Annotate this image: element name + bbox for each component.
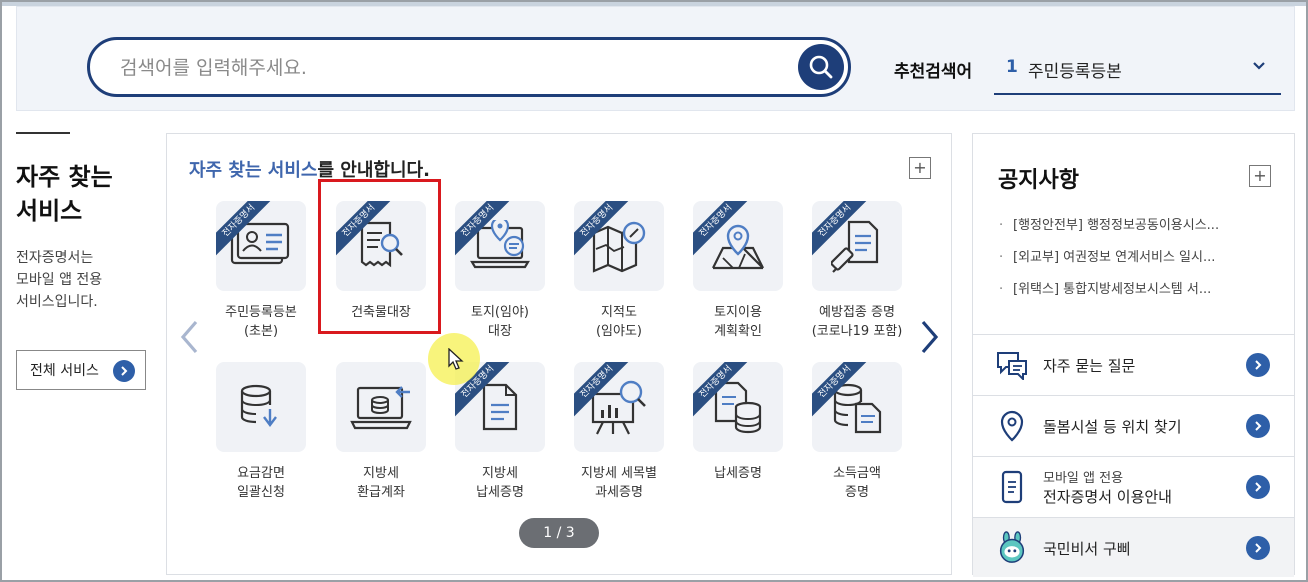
service-tile[interactable]: 요금감면 일괄신청 — [206, 362, 316, 502]
service-tile[interactable]: 전자증명서 지방세 세목별 과세증명 — [564, 362, 674, 502]
laptop-database-icon — [350, 386, 412, 430]
service-icon-box: 전자증명서 — [693, 362, 783, 452]
chevron-down-icon[interactable] — [1251, 57, 1267, 73]
service-tile[interactable]: 지방세 환급계좌 — [326, 362, 436, 502]
service-label: 주민등록등본 (초본) — [225, 305, 297, 339]
service-tile[interactable]: 전자증명서 납세증명 — [683, 362, 793, 502]
recommend-keyword[interactable]: 주민등록등본 — [1028, 57, 1122, 82]
chevron-right-icon — [1246, 414, 1270, 438]
quick-link-care-facilities[interactable]: 돌봄시설 등 위치 찾기 — [973, 395, 1294, 456]
document-icon — [482, 383, 518, 431]
service-tile[interactable]: 전자증명서 지적도 (임야도) — [564, 201, 674, 341]
notice-title: 공지사항 — [998, 168, 1079, 193]
page-indicator: 1 / 3 — [519, 518, 599, 548]
quick-link-label: 모바일 앱 전용 전자증명서 이용안내 — [1043, 471, 1172, 506]
service-tile[interactable]: 전자증명서 예방접종 증명 (코로나19 포함) — [802, 201, 912, 341]
service-label: 지방세 세목별 과세증명 — [581, 466, 657, 500]
recommend-label: 추천검색어 — [894, 62, 973, 82]
services-heading-highlight: 자주 찾는 서비스 — [189, 160, 318, 181]
chevron-right-icon — [1246, 353, 1270, 377]
quick-link-gubbi[interactable]: 국민비서 구삐 — [973, 517, 1294, 577]
service-tile[interactable]: 전자증명서 토지이용 계획확인 — [683, 201, 793, 341]
service-label: 지방세 납세증명 — [476, 466, 524, 500]
chevron-right-icon — [1246, 475, 1270, 499]
gubbi-mascot-icon — [999, 531, 1025, 563]
service-icon-box: 전자증명서 — [812, 362, 902, 452]
section-title: 자주 찾는 서비스 — [16, 163, 113, 225]
more-services-button[interactable]: + — [909, 157, 931, 179]
quick-links: 자주 묻는 질문 돌봄시설 등 위치 찾기 모바일 앱 전용 전자증명서 이용안내… — [973, 334, 1294, 577]
service-label: 지적도 (임야도) — [595, 305, 643, 339]
mouse-cursor-icon — [448, 348, 464, 370]
notice-list: · [행정안전부] 행정정보공동이용시스... · [외교부] 여권정보 연계서비스… — [999, 216, 1289, 312]
services-heading-rest: 를 안내합니다. — [317, 160, 430, 181]
mobile-phone-icon — [1001, 470, 1023, 504]
recommend-rank: 1 — [1006, 57, 1018, 77]
service-icon-box — [216, 362, 306, 452]
location-pin-icon — [1000, 410, 1024, 442]
service-tile[interactable]: 전자증명서 주민등록등본 (초본) — [206, 201, 316, 341]
notice-item[interactable]: · [행정안전부] 행정정보공동이용시스... — [999, 216, 1289, 248]
section-description: 전자증명서는 모바일 앱 전용 서비스입니다. — [16, 250, 103, 310]
service-icon-box: 전자증명서 — [574, 362, 664, 452]
search-button[interactable] — [798, 44, 844, 90]
chat-bubbles-icon — [997, 352, 1027, 380]
frequent-services-panel: 자주 찾는 서비스를 안내합니다. + 전자증명서 주민등록등본 (초본) 전자… — [166, 133, 952, 575]
recommend-dropdown[interactable]: 1 주민등록등본 — [994, 43, 1281, 95]
section-divider — [16, 132, 70, 134]
more-notices-button[interactable]: + — [1249, 165, 1271, 187]
service-icon-box: 전자증명서 — [455, 201, 545, 291]
chevron-right-icon — [921, 320, 939, 354]
notice-item[interactable]: · [위택스] 통합지방세정보시스템 서... — [999, 280, 1289, 312]
service-label: 소득금액 증명 — [833, 466, 881, 500]
service-icon-box — [336, 362, 426, 452]
search-band: 추천검색어 1 주민등록등본 — [16, 6, 1295, 111]
service-icon-box: 전자증명서 — [574, 201, 664, 291]
service-tile[interactable]: 전자증명서 소득금액 증명 — [802, 362, 912, 502]
quick-link-faq[interactable]: 자주 묻는 질문 — [973, 334, 1294, 395]
all-services-button[interactable]: 전체 서비스 — [16, 350, 146, 390]
next-page-button[interactable] — [914, 317, 944, 357]
quick-link-label: 자주 묻는 질문 — [1043, 357, 1136, 375]
search-icon — [809, 55, 833, 79]
notice-panel: 공지사항 + · [행정안전부] 행정정보공동이용시스... · [외교부] 여권정… — [972, 133, 1295, 577]
quick-link-label: 돌봄시설 등 위치 찾기 — [1043, 418, 1182, 436]
service-label: 납세증명 — [714, 466, 762, 481]
quick-link-label: 국민비서 구삐 — [1043, 540, 1131, 558]
service-label: 예방접종 증명 (코로나19 포함) — [811, 305, 903, 339]
quick-link-mobile-guide[interactable]: 모바일 앱 전용 전자증명서 이용안내 — [973, 456, 1294, 517]
chevron-right-icon — [113, 360, 135, 382]
service-label: 토지이용 계획확인 — [714, 305, 762, 339]
service-label: 요금감면 일괄신청 — [237, 466, 285, 500]
service-label: 지방세 환급계좌 — [357, 466, 405, 500]
prev-page-button[interactable] — [175, 317, 205, 357]
search-input[interactable] — [120, 54, 770, 82]
chevron-left-icon — [180, 320, 198, 354]
all-services-label: 전체 서비스 — [30, 363, 99, 379]
service-icon-box: 전자증명서 — [693, 201, 783, 291]
database-download-icon — [240, 384, 277, 427]
service-tile[interactable]: 전자증명서 토지(임야) 대장 — [445, 201, 555, 341]
selection-highlight — [318, 179, 441, 334]
chevron-right-icon — [1246, 536, 1270, 560]
service-icon-box: 전자증명서 — [812, 201, 902, 291]
search-box — [87, 37, 851, 97]
notice-item[interactable]: · [외교부] 여권정보 연계서비스 일시... — [999, 248, 1289, 280]
service-icon-box: 전자증명서 — [216, 201, 306, 291]
